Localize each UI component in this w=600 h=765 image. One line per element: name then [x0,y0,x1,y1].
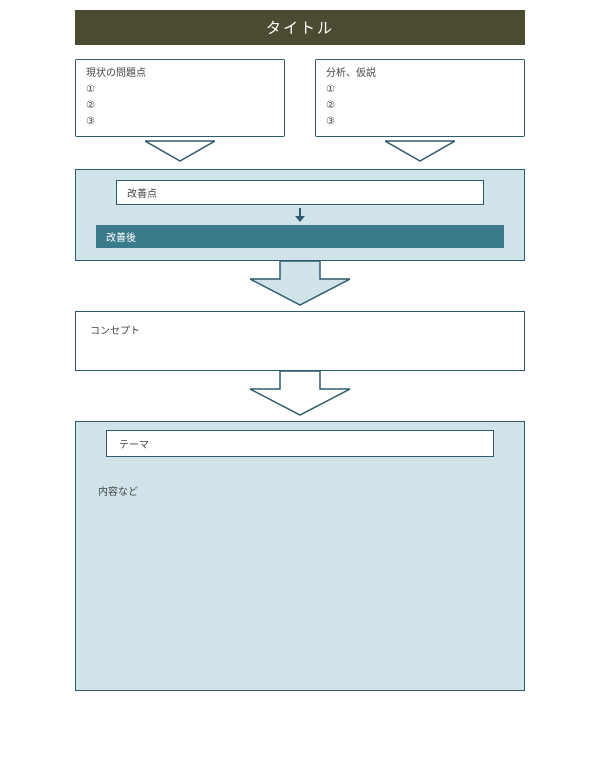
problems-item-3: ③ [86,114,274,130]
concept-label: コンセプト [90,326,140,337]
problems-box: 現状の問題点 ① ② ③ [75,59,285,137]
analysis-item-3: ③ [326,114,514,130]
content-label-text: 内容など [98,487,138,498]
problems-item-2: ② [86,98,274,114]
title-bar: タイトル [75,10,525,45]
content-label: 内容など [98,483,524,498]
big-arrow-2 [75,371,525,417]
improvement-points-label: 改善点 [127,189,157,200]
problems-heading: 現状の問題点 [86,66,274,82]
diagram-page: タイトル 現状の問題点 ① ② ③ 分析、仮説 ① ② ③ 改善点 [0,0,600,711]
arrow-down-icon [292,207,308,223]
improvement-points-box: 改善点 [116,180,484,205]
analysis-heading: 分析、仮説 [326,66,514,82]
title-text: タイトル [266,20,334,37]
arrow-down-right [315,137,525,165]
mini-arrow-down [96,207,504,223]
small-arrows-row [75,137,525,165]
theme-content-panel: テーマ 内容など [75,421,525,691]
block-arrow-down-icon [250,371,350,417]
improvement-after-label: 改善後 [106,233,136,244]
analysis-item-2: ② [326,98,514,114]
chevron-down-icon [145,137,215,165]
analysis-item-1: ① [326,82,514,98]
analysis-box: 分析、仮説 ① ② ③ [315,59,525,137]
theme-label: テーマ [119,440,149,451]
arrow-down-left [75,137,285,165]
big-arrow-1 [75,261,525,307]
chevron-down-icon [385,137,455,165]
improvement-panel: 改善点 改善後 [75,169,525,261]
theme-box: テーマ [106,430,494,457]
concept-box: コンセプト [75,311,525,371]
improvement-after-bar: 改善後 [96,225,504,248]
block-arrow-down-icon [250,261,350,307]
problems-item-1: ① [86,82,274,98]
top-two-columns: 現状の問題点 ① ② ③ 分析、仮説 ① ② ③ [75,59,525,137]
